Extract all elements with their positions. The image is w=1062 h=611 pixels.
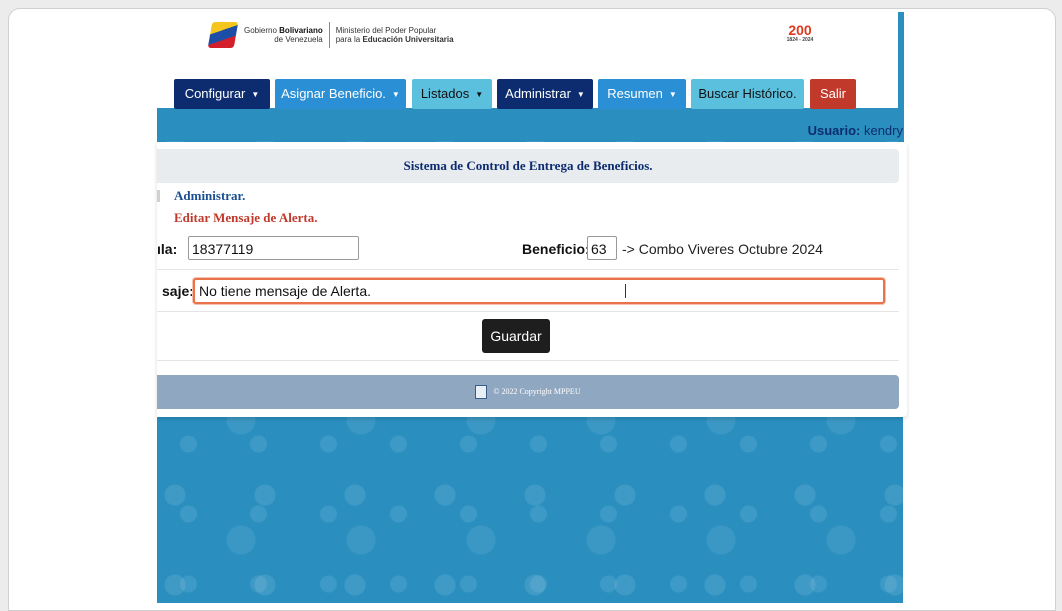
nav-asignar-button[interactable]: Asignar Beneficio. ▼ (275, 79, 406, 109)
nav-resumen-button[interactable]: Resumen ▼ (598, 79, 686, 109)
nav-salir-button[interactable]: Salir (810, 79, 856, 109)
breadcrumb-administrar: Administrar. (174, 188, 246, 203)
caret-down-icon: ▼ (668, 89, 677, 99)
venezuela-flag-icon (207, 22, 239, 48)
mensaje-input[interactable]: No tiene mensaje de Alerta. (193, 278, 885, 304)
mppeu-logo-icon (475, 385, 488, 400)
beneficio-label: Beneficio: (522, 241, 590, 257)
footer: © 2022 Copyright MPPEU (157, 375, 899, 409)
user-label: Usuario: kendry (807, 123, 903, 138)
caret-down-icon: ▼ (251, 89, 260, 99)
main-card: Sistema de Control de Entrega de Benefic… (157, 142, 907, 417)
mensaje-label: saje: (162, 283, 194, 299)
user-bar: Usuario: kendry (157, 121, 903, 141)
nav-listados-button[interactable]: Listados ▼ (412, 79, 492, 109)
ministry-label: Ministerio del Poder Popular para la Edu… (335, 26, 454, 44)
breadcrumb-editar-mensaje: Editar Mensaje de Alerta. (174, 210, 318, 225)
text-cursor (625, 284, 626, 298)
nav-administrar-button[interactable]: Administrar ▼ (497, 79, 593, 109)
caret-down-icon: ▼ (391, 89, 400, 99)
guardar-button[interactable]: Guardar (482, 319, 550, 353)
caret-down-icon: ▼ (576, 89, 585, 99)
beneficio-description: -> Combo Viveres Octubre 2024 (622, 241, 823, 257)
cedula-input[interactable]: 18377119 (188, 236, 359, 260)
cedula-label: ıla: (157, 241, 178, 257)
nav-buscar-historico-button[interactable]: Buscar Histórico. (691, 79, 804, 109)
form-row-cedula: ıla: 18377119 Beneficio: 63 -> Combo Viv… (157, 236, 899, 264)
anniversary-logo: 200 1824 - 2024 (786, 22, 814, 43)
beneficio-input[interactable]: 63 (587, 236, 617, 260)
page-title: Sistema de Control de Entrega de Benefic… (157, 149, 899, 183)
caret-down-icon: ▼ (475, 89, 484, 99)
nav-configurar-button[interactable]: Configurar ▼ (174, 79, 270, 109)
government-logo: Gobierno Bolivariano de Venezuela Minist… (207, 18, 454, 52)
